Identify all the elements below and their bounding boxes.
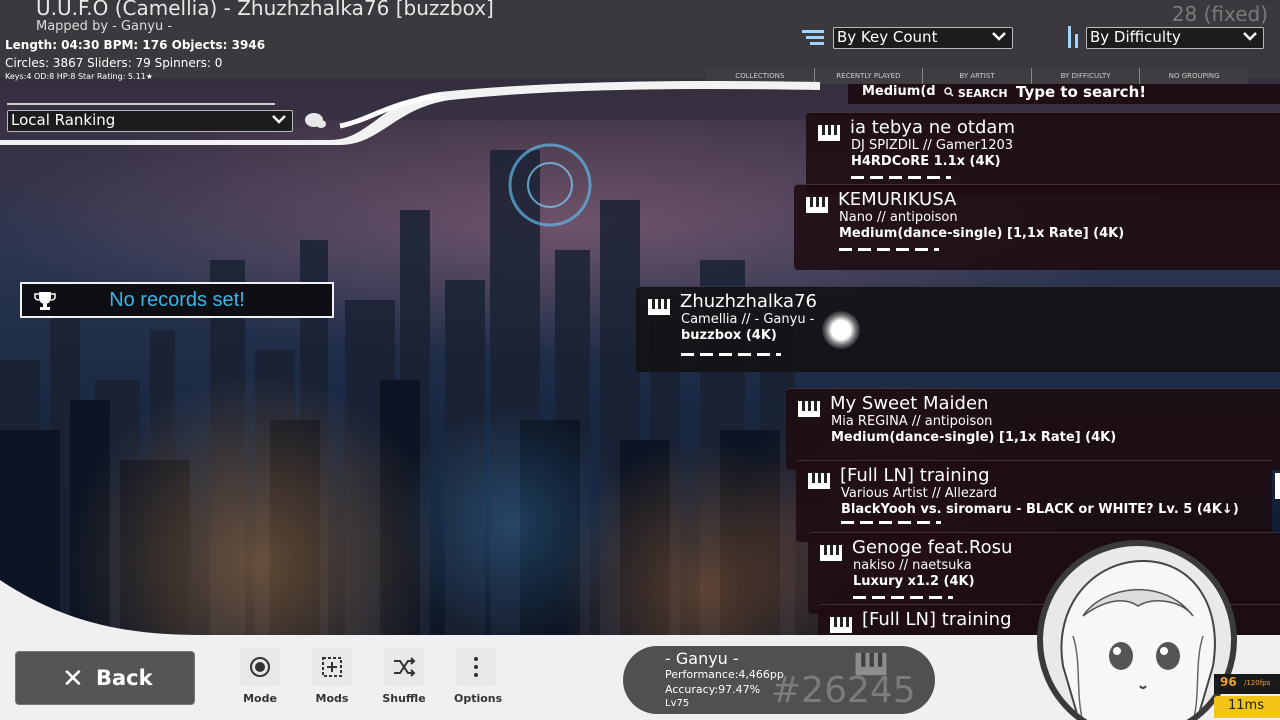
song-title: My Sweet Maiden <box>830 393 989 414</box>
song-artist: Various Artist // Allezard <box>841 486 998 501</box>
mode-icon <box>240 648 280 686</box>
scrollbar-thumb[interactable] <box>1275 473 1280 499</box>
back-button-label: Back <box>96 666 153 690</box>
partial-difficulty-text: Medium(d <box>862 84 936 99</box>
sort-dropdown-label: By Key Count <box>837 28 938 46</box>
group-dropdown-label: By Difficulty <box>1090 28 1181 46</box>
song-artist: DJ SPIZDIL // Gamer1203 <box>851 138 1014 153</box>
song-title: KEMURIKUSA <box>838 189 957 210</box>
options-label: Options <box>454 692 503 705</box>
song-title: [Full LN] training <box>840 465 990 486</box>
song-card[interactable]: [Full LN] training Various Artist // All… <box>796 460 1272 542</box>
mapped-by: Mapped by - Ganyu - <box>36 19 173 34</box>
song-difficulty: Medium(dance-single) [1,1x Rate] (4K) <box>831 430 1117 445</box>
piano-icon <box>818 125 840 141</box>
beatmap-length-stats: Length: 04:30 BPM: 176 Objects: 3946 <box>5 38 266 52</box>
ranking-divider <box>7 103 275 105</box>
song-title: Zhuzhzhalka76 <box>680 291 817 312</box>
group-dropdown[interactable]: By Difficulty <box>1086 27 1264 49</box>
mods-button[interactable]: Mods <box>310 648 354 705</box>
shuffle-icon <box>384 648 424 686</box>
search-label: SEARCH <box>944 87 1008 100</box>
shuffle-label: Shuffle <box>382 692 426 705</box>
song-difficulty: buzzbox (4K) <box>681 328 777 343</box>
mods-icon <box>312 648 352 686</box>
mode-label: Mode <box>243 692 277 705</box>
sort-icon <box>802 28 824 50</box>
mods-label: Mods <box>315 692 349 705</box>
latency-value: 11ms <box>1228 698 1264 713</box>
group-icon <box>1066 26 1080 52</box>
sort-dropdown[interactable]: By Key Count <box>833 27 1013 49</box>
user-accuracy: Accuracy:97.47% <box>665 683 761 696</box>
song-difficulty: BlackYooh vs. siromaru - BLACK or WHITE?… <box>841 502 1239 517</box>
mode-button[interactable]: Mode <box>238 648 282 705</box>
user-name: - Ganyu - <box>665 649 739 668</box>
difficulty-dots <box>839 248 939 252</box>
close-icon: ✕ <box>62 664 84 694</box>
user-performance: Performance:4,466pp <box>665 668 784 681</box>
cursor-glow <box>822 311 860 349</box>
song-artist: Camellia // - Ganyu - <box>681 312 815 327</box>
song-artist: nakiso // naetsuka <box>853 558 972 573</box>
song-artist: Mia REGINA // antipoison <box>831 414 993 429</box>
song-difficulty: Medium(dance-single) [1,1x Rate] (4K) <box>839 226 1125 241</box>
chevron-down-icon <box>1242 29 1258 49</box>
fps-value: 96 <box>1220 675 1237 689</box>
ranking-dropdown-label: Local Ranking <box>11 111 116 129</box>
no-records-text: No records set! <box>109 289 245 311</box>
song-artist: Nano // antipoison <box>839 210 958 225</box>
chevron-down-icon <box>991 29 1007 49</box>
chat-icon[interactable] <box>303 111 326 129</box>
piano-icon <box>820 545 842 561</box>
options-button[interactable]: Options <box>454 648 503 705</box>
chevron-down-icon <box>271 112 287 132</box>
song-card[interactable]: KEMURIKUSA Nano // antipoison Medium(dan… <box>794 184 1280 270</box>
user-level: Lv75 <box>665 698 690 709</box>
difficulty-dots <box>851 176 951 180</box>
user-global-rank: #26245 <box>771 670 916 711</box>
fps-counter: 96 /120fps <box>1214 674 1280 694</box>
song-title: U.U.F.O (Camellia) - Zhuzhzhalka76 [buzz… <box>36 0 494 20</box>
user-profile-panel[interactable]: #26245 - Ganyu - Performance:4,466pp Acc… <box>623 646 935 714</box>
song-card[interactable]: My Sweet Maiden Mia REGINA // antipoison… <box>786 388 1280 470</box>
piano-icon <box>648 299 670 315</box>
back-button[interactable]: ✕ Back <box>15 651 195 705</box>
search-placeholder: Type to search! <box>1016 83 1147 101</box>
beatmap-count: 28 (fixed) <box>1171 2 1268 26</box>
song-title: Genoge feat.Rosu <box>852 537 1013 558</box>
piano-icon <box>808 473 830 489</box>
search-strip[interactable]: Medium(d SEARCH Type to search! <box>848 83 1280 104</box>
piano-icon <box>798 401 820 417</box>
song-card-selected[interactable]: Zhuzhzhalka76 Camellia // - Ganyu - buzz… <box>636 286 1280 372</box>
search-icon <box>944 87 954 97</box>
difficulty-dots <box>841 521 941 525</box>
difficulty-dots <box>681 353 781 357</box>
song-difficulty: H4RDCoRE 1.1x (4K) <box>851 154 1001 169</box>
latency-badge: 11ms <box>1214 696 1280 718</box>
options-icon <box>456 648 496 686</box>
song-title: ia tebya ne otdam <box>850 117 1015 138</box>
no-records-panel: No records set! <box>20 282 334 318</box>
song-card[interactable]: ia tebya ne otdam DJ SPIZDIL // Gamer120… <box>806 112 1280 194</box>
fps-unit: /120fps <box>1244 679 1271 687</box>
piano-icon <box>806 197 828 213</box>
shuffle-button[interactable]: Shuffle <box>382 648 426 705</box>
ranking-dropdown[interactable]: Local Ranking <box>7 110 293 132</box>
